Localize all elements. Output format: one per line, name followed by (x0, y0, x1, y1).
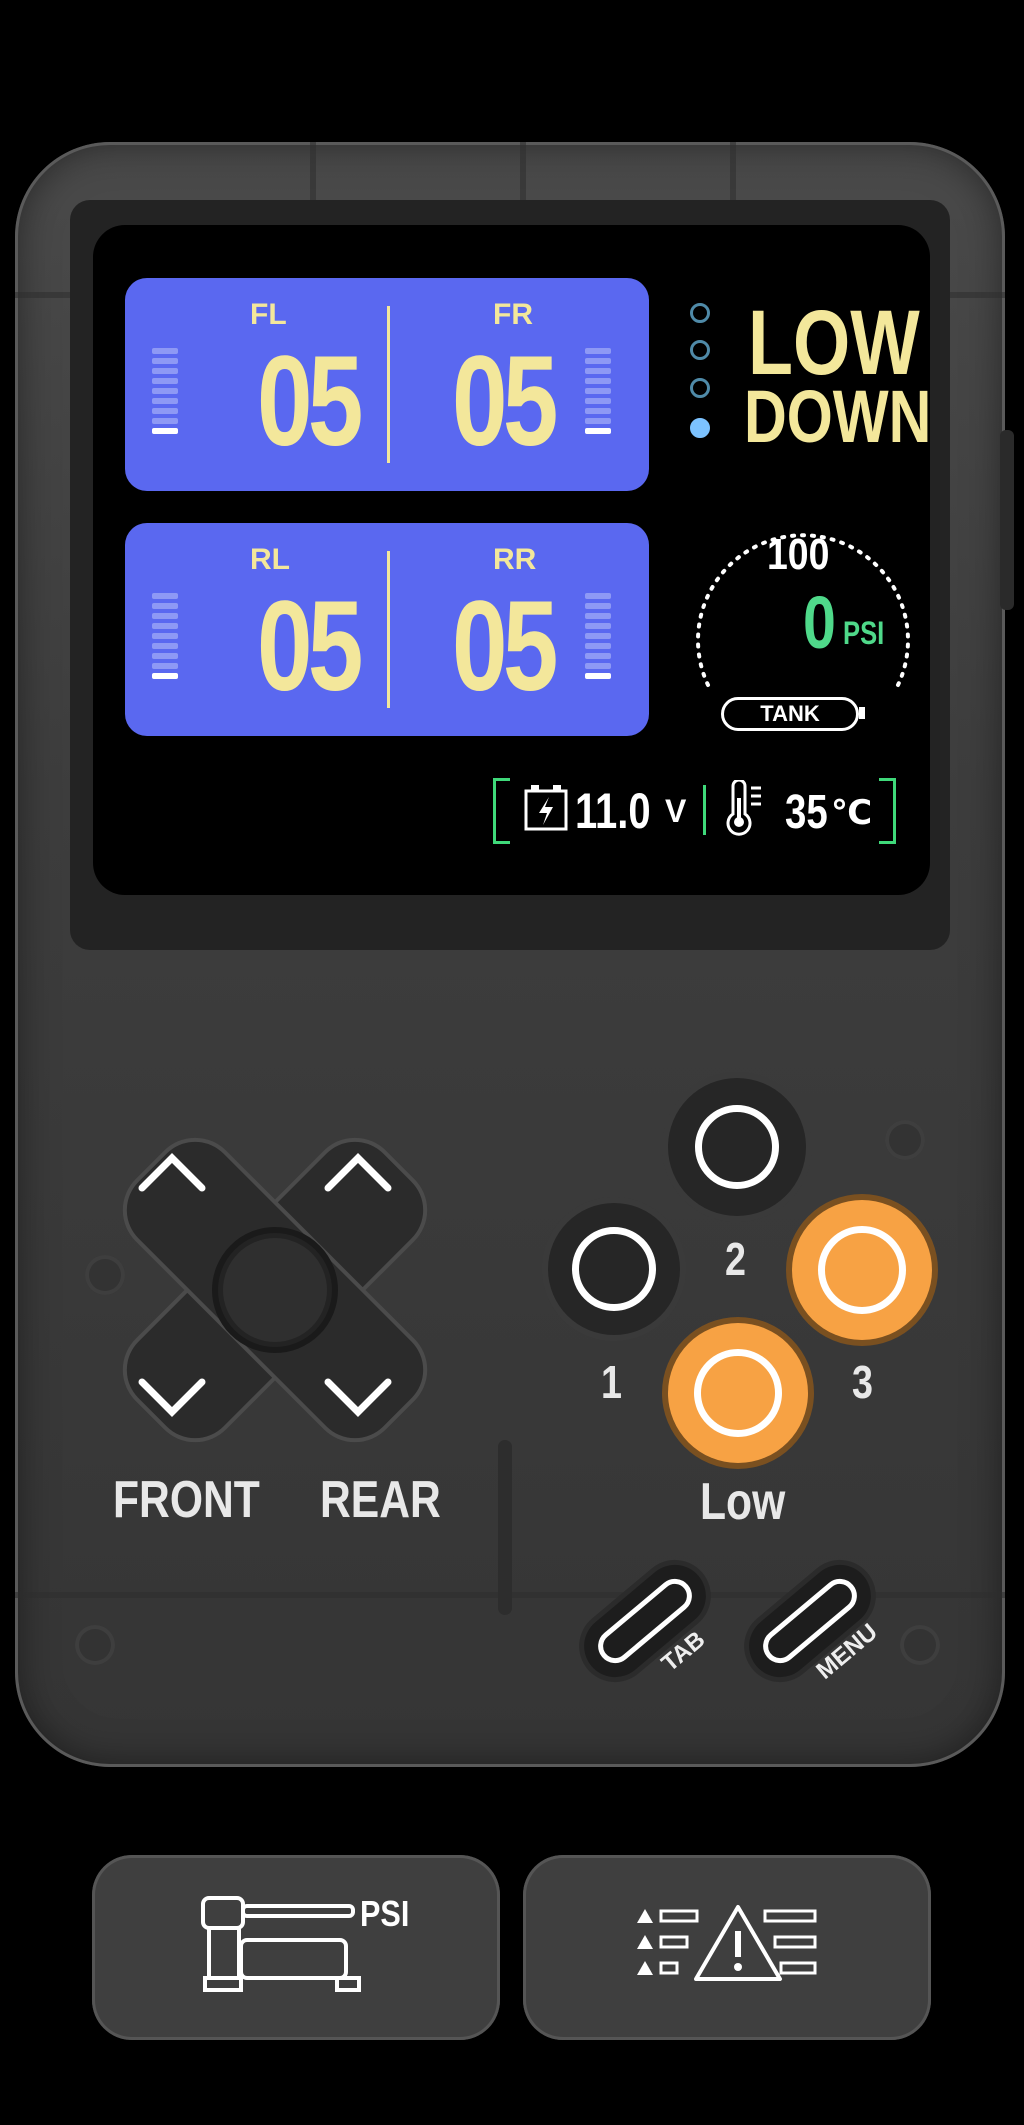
screw (75, 1625, 115, 1665)
screw (85, 1255, 125, 1295)
fr-value: 05 (452, 330, 558, 473)
panel-divider (387, 306, 390, 463)
preset-2-label: 2 (725, 1233, 746, 1285)
rear-label: REAR (320, 1471, 441, 1529)
rl-label: RL (250, 543, 290, 576)
tank-label: TANK (760, 701, 820, 726)
temperature-unit: ℃ (831, 794, 873, 832)
preset-dot-1 (690, 303, 710, 323)
compressor-unit: PSI (360, 1893, 410, 1934)
rear-down-arrow-icon[interactable] (320, 1370, 400, 1430)
rl-value: 05 (257, 575, 363, 718)
compressor-icon (201, 1896, 361, 1992)
tank-unit: PSI (843, 615, 885, 651)
voltage-value: 11.0 (575, 783, 651, 839)
rl-level-meter (152, 593, 178, 683)
display-screen: FL 05 FR 05 RL 05 RR 05 LOW DOWN 100 0 P… (93, 225, 930, 895)
tank-label-cap (859, 707, 865, 719)
fl-level-meter (152, 348, 178, 438)
rr-level-meter (585, 593, 611, 683)
tank-max: 100 (767, 530, 830, 579)
front-label: FRONT (113, 1471, 260, 1529)
tank-value: 0 (803, 581, 836, 664)
fr-label: FR (493, 298, 533, 331)
rear-pressure-panel: RL 05 RR 05 (125, 523, 649, 736)
preset-low-button[interactable] (668, 1323, 808, 1463)
rr-label: RR (493, 543, 537, 576)
voltage-unit: V (665, 793, 687, 829)
temperature-value: 35 (785, 786, 828, 839)
preset-name-label: Low (700, 1473, 786, 1531)
fl-label: FL (250, 298, 287, 331)
preset-1-label: 1 (601, 1356, 622, 1408)
screw (885, 1120, 925, 1160)
preset-dot-4-active (690, 418, 710, 438)
preset-2-button[interactable] (668, 1078, 806, 1216)
fr-level-meter (585, 348, 611, 438)
preset-3-button[interactable] (792, 1200, 932, 1340)
side-button[interactable] (1000, 430, 1014, 610)
screw (900, 1625, 940, 1665)
mode-line-2: DOWN (744, 375, 930, 458)
preset-1-button[interactable] (548, 1203, 680, 1335)
warning-list-icon (637, 1905, 817, 1981)
center-slot (498, 1440, 512, 1615)
status-bracket-right (879, 778, 896, 844)
status-bracket-left (493, 778, 510, 844)
front-up-arrow-icon[interactable] (130, 1140, 210, 1200)
preset-dot-3 (690, 378, 710, 398)
preset-dot-2 (690, 340, 710, 360)
thermometer-icon (726, 780, 761, 836)
panel-divider (387, 551, 390, 708)
fl-value: 05 (257, 330, 363, 473)
rr-value: 05 (452, 575, 558, 718)
rear-up-arrow-icon[interactable] (320, 1140, 400, 1200)
front-down-arrow-icon[interactable] (130, 1370, 210, 1430)
status-divider (703, 785, 706, 835)
front-pressure-panel: FL 05 FR 05 (125, 278, 649, 491)
preset-3-label: 3 (852, 1356, 873, 1408)
battery-icon (524, 785, 568, 831)
alerts-tile[interactable] (523, 1855, 931, 2040)
tank-label-box: TANK (721, 697, 859, 731)
compressor-tile[interactable]: PSI (92, 1855, 500, 2040)
